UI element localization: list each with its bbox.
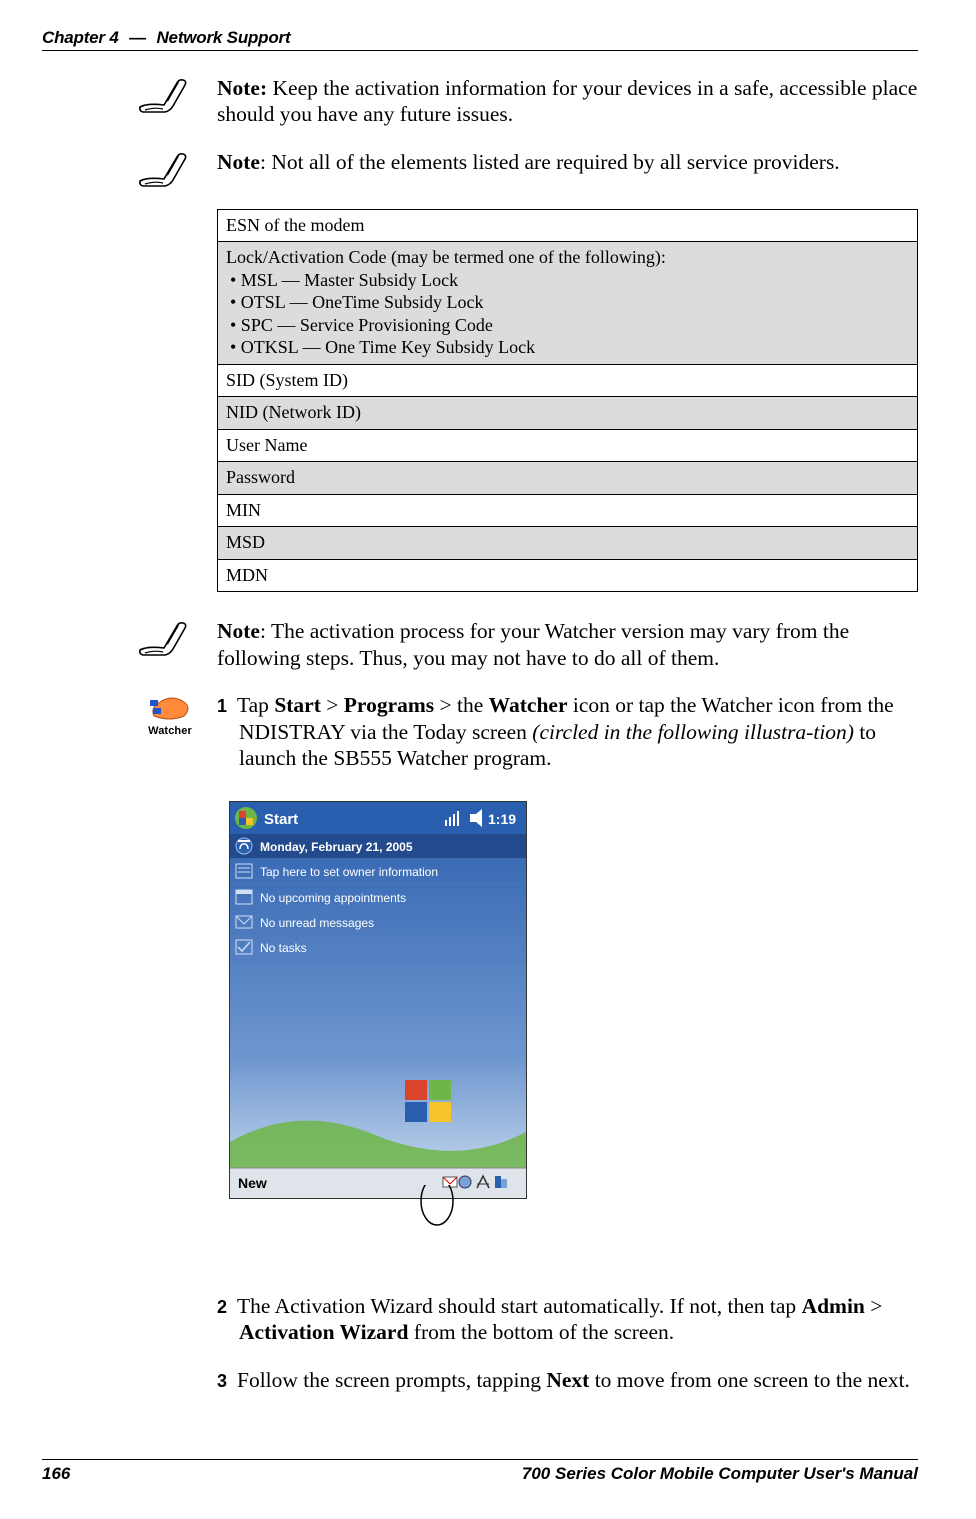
note-3-body: : The activation process for your Watche… <box>217 619 849 669</box>
running-header: Chapter 4 — Network Support <box>42 28 918 48</box>
cell-lock-code: Lock/Activation Code (may be termed one … <box>218 242 918 365</box>
chapter-title: Network Support <box>156 28 290 47</box>
cell-min: MIN <box>218 494 918 527</box>
footer-rule <box>42 1459 918 1460</box>
step-1: 1Tap Start > Programs > the Watcher icon… <box>217 692 918 771</box>
step-2: 2The Activation Wizard should start auto… <box>217 1293 918 1345</box>
table-row: User Name <box>218 429 918 462</box>
list-item: • MSL — Master Subsidy Lock <box>230 269 909 292</box>
pda-new-button: New <box>238 1175 267 1191</box>
chapter-number: Chapter 4 <box>42 28 119 47</box>
step-number: 3 <box>217 1371 237 1393</box>
activation-wizard-ref: Activation Wizard <box>239 1320 408 1344</box>
header-dash: — <box>129 28 146 47</box>
note-block-3: Note: The activation process for your Wa… <box>217 618 918 670</box>
lock-head: Lock/Activation Code (may be termed one … <box>226 246 909 269</box>
watcher-ref: Watcher <box>489 693 568 717</box>
note-1-text: Note: Keep the activation information fo… <box>217 75 918 127</box>
cell-nid: NID (Network ID) <box>218 397 918 430</box>
table-row: ESN of the modem <box>218 209 918 242</box>
list-item: • OTSL — OneTime Subsidy Lock <box>230 291 909 314</box>
pda-tasks-row: No tasks <box>260 941 307 955</box>
illustration-ref: (circled in the following illustra-tion) <box>532 720 854 744</box>
cell-mdn: MDN <box>218 559 918 592</box>
page-footer: 166 700 Series Color Mobile Computer Use… <box>42 1459 918 1484</box>
note-2-body: : Not all of the elements listed are req… <box>260 150 840 174</box>
note-3-text: Note: The activation process for your Wa… <box>217 618 918 670</box>
watcher-blob-icon <box>150 696 190 722</box>
pda-msgs-row: No unread messages <box>260 916 374 930</box>
pda-screenshot: Start 1:19 Monday, February 21, 2005 <box>229 801 918 1245</box>
note-block-1: Note: Keep the activation information fo… <box>217 75 918 127</box>
list-item: • SPC — Service Provisioning Code <box>230 314 909 337</box>
list-item: • OTKSL — One Time Key Subsidy Lock <box>230 336 909 359</box>
note-label: Note <box>217 150 260 174</box>
table-row: Lock/Activation Code (may be termed one … <box>218 242 918 365</box>
activation-info-table: ESN of the modem Lock/Activation Code (m… <box>217 209 918 593</box>
pda-appts-row: No upcoming appointments <box>260 891 406 905</box>
watcher-app-icon: Watcher <box>142 696 198 737</box>
table-row: Password <box>218 462 918 495</box>
note-block-2: Note: Not all of the elements listed are… <box>217 149 918 189</box>
next-ref: Next <box>546 1368 589 1392</box>
note-2-text: Note: Not all of the elements listed are… <box>217 149 918 175</box>
writing-hand-icon <box>137 77 189 117</box>
table-row: MDN <box>218 559 918 592</box>
step-number: 1 <box>217 696 237 718</box>
note-label: Note: <box>217 76 267 100</box>
writing-hand-icon <box>137 620 189 660</box>
cell-sid: SID (System ID) <box>218 364 918 397</box>
pda-owner-row: Tap here to set owner information <box>260 865 438 879</box>
table-row: SID (System ID) <box>218 364 918 397</box>
programs-ref: Programs <box>344 693 434 717</box>
pda-date: Monday, February 21, 2005 <box>260 840 413 854</box>
step-1-block: Watcher 1Tap Start > Programs > the Watc… <box>217 692 918 771</box>
table-row: NID (Network ID) <box>218 397 918 430</box>
cell-username: User Name <box>218 429 918 462</box>
writing-hand-icon <box>137 151 189 191</box>
page-number: 166 <box>42 1464 70 1484</box>
pda-today-screen: Start 1:19 Monday, February 21, 2005 <box>229 801 527 1199</box>
table-row: MIN <box>218 494 918 527</box>
manual-title: 700 Series Color Mobile Computer User's … <box>522 1464 918 1484</box>
lock-list: • MSL — Master Subsidy Lock • OTSL — One… <box>226 269 909 359</box>
table-row: MSD <box>218 527 918 560</box>
header-rule <box>42 50 918 51</box>
note-label: Note <box>217 619 260 643</box>
cell-msd: MSD <box>218 527 918 560</box>
note-1-body: Keep the activation information for your… <box>217 76 917 126</box>
pda-clock: 1:19 <box>488 811 516 827</box>
watcher-icon-label: Watcher <box>142 725 198 737</box>
admin-ref: Admin <box>802 1294 865 1318</box>
cell-password: Password <box>218 462 918 495</box>
cell-esn: ESN of the modem <box>218 209 918 242</box>
step-number: 2 <box>217 1297 237 1319</box>
start-menu-ref: Start <box>274 693 321 717</box>
step-3: 3Follow the screen prompts, tapping Next… <box>217 1367 918 1393</box>
pda-start-label: Start <box>264 811 298 828</box>
